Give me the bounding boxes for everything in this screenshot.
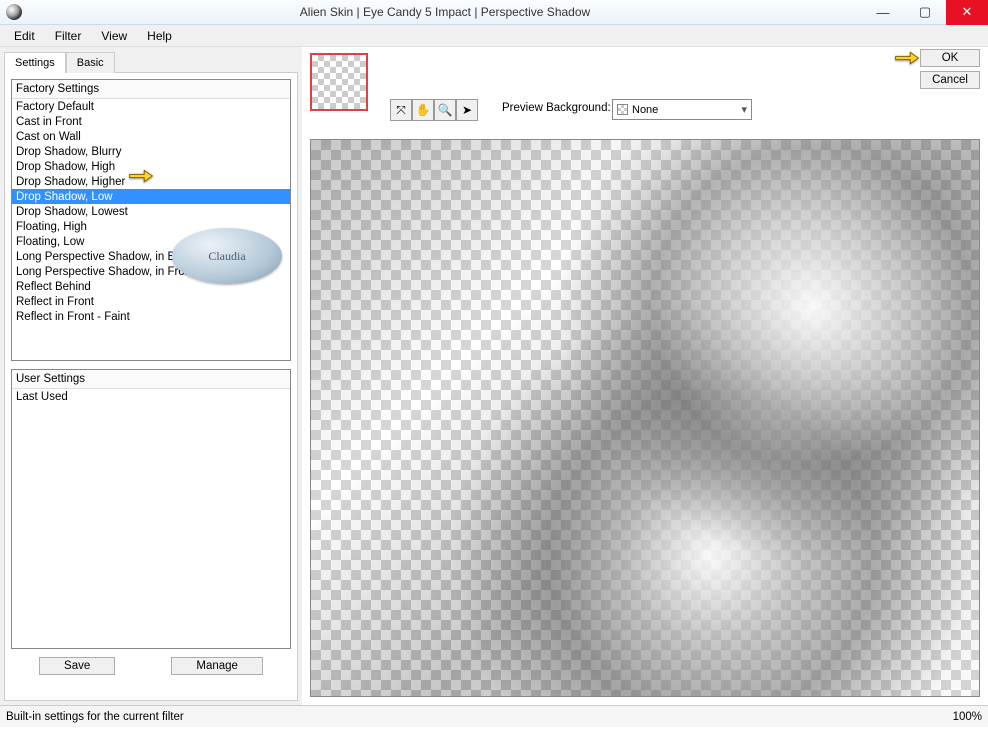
bottom-buttons: Save Manage (11, 649, 291, 675)
list-item[interactable]: Reflect in Front (12, 294, 290, 309)
tool-row: ⤧ ✋ 🔍 ➤ (390, 99, 478, 121)
pointer-hand-icon (894, 47, 920, 69)
left-panel: Settings Basic Factory Settings Factory … (0, 47, 302, 705)
preview-bg-dropdown[interactable]: None (612, 99, 752, 120)
pointer-tool-icon[interactable]: ➤ (456, 99, 478, 121)
minimize-button[interactable]: — (862, 0, 904, 25)
zoom-level: 100% (953, 711, 982, 723)
factory-settings-list[interactable]: Factory Settings Factory Default Cast in… (11, 79, 291, 361)
list-item[interactable]: Cast in Front (12, 114, 290, 129)
list-item-selected[interactable]: Drop Shadow, Low (12, 189, 290, 204)
maximize-button[interactable]: ▢ (904, 0, 946, 25)
preview-canvas[interactable] (310, 139, 980, 697)
preview-toolbar: ⤧ ✋ 🔍 ➤ Preview Background: None OK Canc… (302, 47, 988, 139)
user-settings-list[interactable]: User Settings Last Used (11, 369, 291, 649)
tabs: Settings Basic (4, 51, 298, 72)
main-area: Settings Basic Factory Settings Factory … (0, 47, 988, 705)
save-button[interactable]: Save (39, 657, 115, 675)
list-item[interactable]: Drop Shadow, Lowest (12, 204, 290, 219)
menubar: Edit Filter View Help (0, 25, 988, 47)
list-item[interactable]: Factory Default (12, 99, 290, 114)
cancel-button[interactable]: Cancel (920, 71, 980, 89)
preview-thumbnail[interactable] (310, 53, 368, 111)
action-buttons: OK Cancel (920, 49, 980, 89)
titlebar: Alien Skin | Eye Candy 5 Impact | Perspe… (0, 0, 988, 25)
app-icon (6, 4, 22, 20)
zoom-tool-icon[interactable]: 🔍 (434, 99, 456, 121)
menu-view[interactable]: View (91, 26, 137, 46)
statusbar: Built-in settings for the current filter… (0, 705, 988, 727)
menu-help[interactable]: Help (137, 26, 182, 46)
list-item[interactable]: Long Perspective Shadow, in Front (12, 264, 290, 279)
move-tool-icon[interactable]: ⤧ (390, 99, 412, 121)
factory-header: Factory Settings (12, 80, 290, 99)
transparency-swatch-icon (617, 104, 628, 115)
preview-bg-label: Preview Background: (502, 102, 611, 114)
list-item[interactable]: Drop Shadow, Higher (12, 174, 290, 189)
window-controls: — ▢ ✕ (862, 0, 988, 25)
ok-button[interactable]: OK (920, 49, 980, 67)
list-item[interactable]: Last Used (12, 389, 290, 404)
list-item[interactable]: Reflect Behind (12, 279, 290, 294)
list-item[interactable]: Long Perspective Shadow, in Back (12, 249, 290, 264)
menu-filter[interactable]: Filter (45, 26, 92, 46)
window-title: Alien Skin | Eye Candy 5 Impact | Perspe… (28, 5, 862, 19)
list-item[interactable]: Floating, Low (12, 234, 290, 249)
status-text: Built-in settings for the current filter (6, 711, 184, 723)
dropdown-value: None (632, 104, 658, 116)
hand-tool-icon[interactable]: ✋ (412, 99, 434, 121)
list-item[interactable]: Cast on Wall (12, 129, 290, 144)
tab-basic[interactable]: Basic (66, 52, 115, 73)
list-item[interactable]: Reflect in Front - Faint (12, 309, 290, 324)
list-item[interactable]: Drop Shadow, High (12, 159, 290, 174)
tab-settings[interactable]: Settings (4, 52, 66, 73)
list-item[interactable]: Drop Shadow, Blurry (12, 144, 290, 159)
close-button[interactable]: ✕ (946, 0, 988, 25)
preview-render (311, 140, 979, 696)
manage-button[interactable]: Manage (171, 657, 263, 675)
user-header: User Settings (12, 370, 290, 389)
list-item[interactable]: Floating, High (12, 219, 290, 234)
settings-panel: Factory Settings Factory Default Cast in… (4, 72, 298, 701)
menu-edit[interactable]: Edit (4, 26, 45, 46)
right-area: ⤧ ✋ 🔍 ➤ Preview Background: None OK Canc… (302, 47, 988, 705)
